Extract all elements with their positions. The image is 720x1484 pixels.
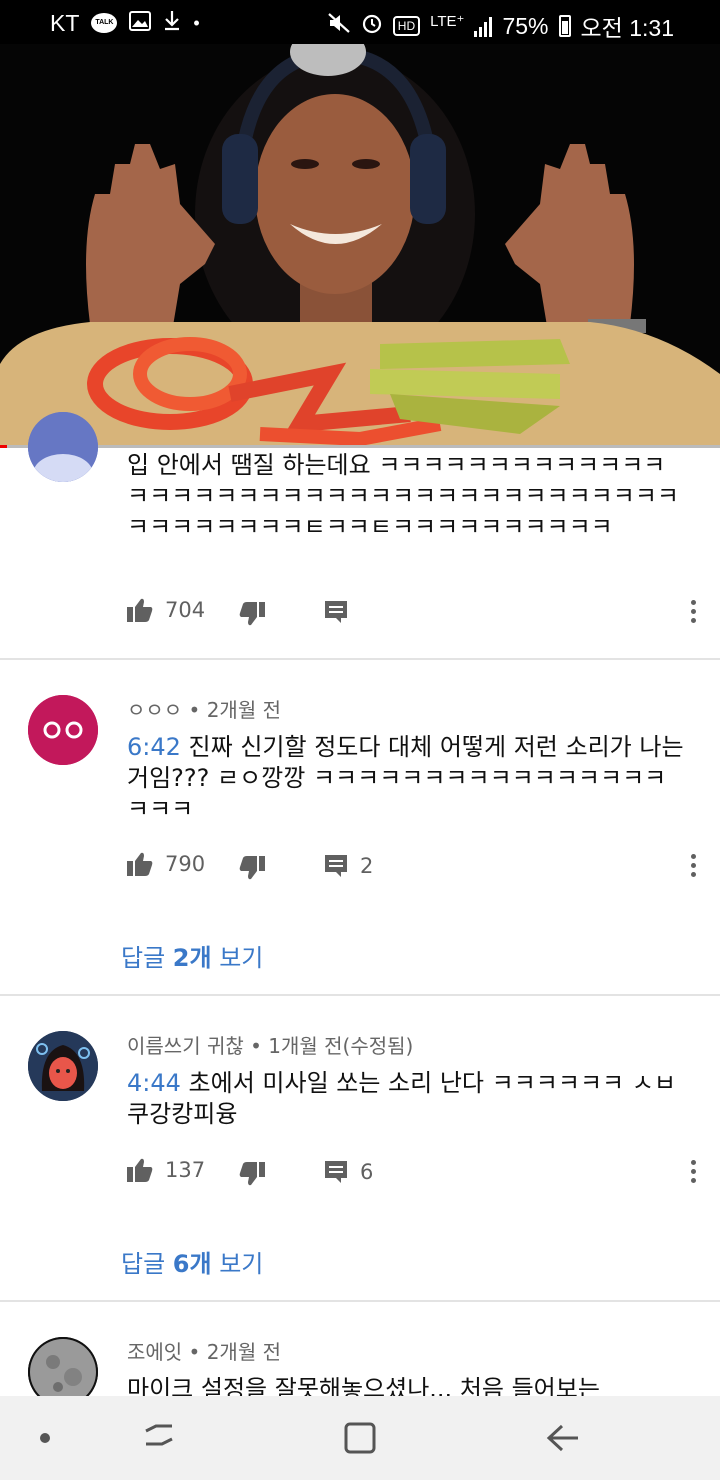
comment-icon <box>325 601 347 623</box>
thumbs-down-icon <box>239 602 265 626</box>
download-icon <box>163 9 181 37</box>
comment-actions: 704 <box>127 598 697 632</box>
thumbs-up-icon <box>127 852 153 876</box>
dislike-button[interactable] <box>239 1162 265 1186</box>
like-count: 137 <box>165 1158 206 1182</box>
thumbs-down-icon <box>239 856 265 880</box>
status-bar: KT TALK • HD LTE⁺ 75% 오전 1:31 <box>0 0 720 44</box>
avatar[interactable] <box>28 1031 98 1101</box>
dislike-button[interactable] <box>239 856 265 880</box>
more-options-icon[interactable] <box>691 600 697 627</box>
comment-text: 4:44 초에서 미사일 쏘는 소리 난다 ㅋㅋㅋㅋㅋㅋ ㅅㅂ 쿠강캉피융 <box>127 1069 676 1128</box>
more-options-icon[interactable] <box>691 1160 697 1187</box>
divider <box>0 658 720 660</box>
comment-text: 입 안에서 땜질 하는데요 ㅋㅋㅋㅋㅋㅋㅋㅋㅋㅋㅋㅋㅋㅋㅋㅋㅋㅋㅋㅋㅋㅋㅋㅋㅋㅋ… <box>127 451 679 541</box>
comment-text: 마이크 설정을 잘못해놓으셨나... 처음 들어보는 <box>127 1375 600 1396</box>
like-count: 704 <box>165 598 206 622</box>
comment-author-meta: 조에잇 • 2개월 전 <box>127 1340 281 1364</box>
view-replies-link[interactable]: 답글 6개 보기 <box>121 1244 263 1279</box>
comment-author-meta: ㅇㅇㅇ • 2개월 전 <box>127 698 281 722</box>
video-progress-bar[interactable] <box>0 445 720 448</box>
hd-icon: HD <box>392 16 421 36</box>
alarm-icon <box>361 12 383 40</box>
comment-timestamp-link[interactable]: 4:44 <box>127 1069 181 1097</box>
dislike-button[interactable] <box>239 602 265 626</box>
gallery-icon <box>129 10 152 37</box>
reply-button[interactable]: 2 <box>324 854 373 878</box>
view-replies-link[interactable]: 답글 2개 보기 <box>121 938 263 973</box>
avatar[interactable] <box>28 695 98 765</box>
battery-icon <box>558 15 571 37</box>
comment-item: 조에잇 • 2개월 전 마이크 설정을 잘못해놓으셨나... 처음 들어보는 <box>0 1302 720 1396</box>
video-frame <box>0 44 720 447</box>
like-button[interactable]: 137 <box>127 1158 205 1182</box>
comment-actions: 790 2 <box>127 852 697 886</box>
divider <box>0 994 720 996</box>
comment-text: 6:42 진짜 신기할 정도다 대체 어떻게 저런 소리가 나는거임??? ㄹㅇ… <box>127 733 684 823</box>
comment-icon <box>325 1161 347 1183</box>
comment-author-meta: 이름쓰기 귀찮 • 1개월 전(수정됨) <box>127 1034 414 1058</box>
thumbs-up-icon <box>127 1158 153 1182</box>
nav-dot-icon[interactable] <box>40 1433 50 1443</box>
like-count: 790 <box>165 852 206 876</box>
clock: 오전 1:31 <box>580 15 674 41</box>
home-icon[interactable] <box>344 1422 376 1454</box>
carrier-label: KT <box>50 9 80 36</box>
reply-button[interactable]: 6 <box>324 1160 373 1184</box>
thumbs-up-icon <box>127 598 153 622</box>
avatar[interactable] <box>28 412 98 482</box>
reply-count: 6 <box>360 1160 374 1184</box>
recents-icon[interactable] <box>145 1424 173 1446</box>
mute-icon <box>327 12 351 40</box>
system-nav-bar <box>0 1396 720 1480</box>
comment-icon <box>325 855 347 877</box>
comment-timestamp-link[interactable]: 6:42 <box>127 733 181 761</box>
thumbs-down-icon <box>239 1162 265 1186</box>
like-button[interactable]: 704 <box>127 598 205 622</box>
comment-actions: 137 6 <box>127 1158 697 1192</box>
avatar[interactable] <box>28 1337 98 1396</box>
battery-percent: 75% <box>502 12 549 39</box>
talk-icon: TALK <box>91 13 118 33</box>
video-progress-fill <box>0 445 8 448</box>
more-options-icon[interactable] <box>691 854 697 881</box>
signal-icon <box>474 15 493 37</box>
reply-count: 2 <box>360 854 374 878</box>
back-icon[interactable] <box>546 1424 578 1452</box>
like-button[interactable]: 790 <box>127 852 205 876</box>
dot-icon: • <box>193 12 200 33</box>
reply-button[interactable] <box>324 600 360 624</box>
lte-icon: LTE⁺ <box>430 13 465 30</box>
video-player[interactable] <box>0 44 720 447</box>
